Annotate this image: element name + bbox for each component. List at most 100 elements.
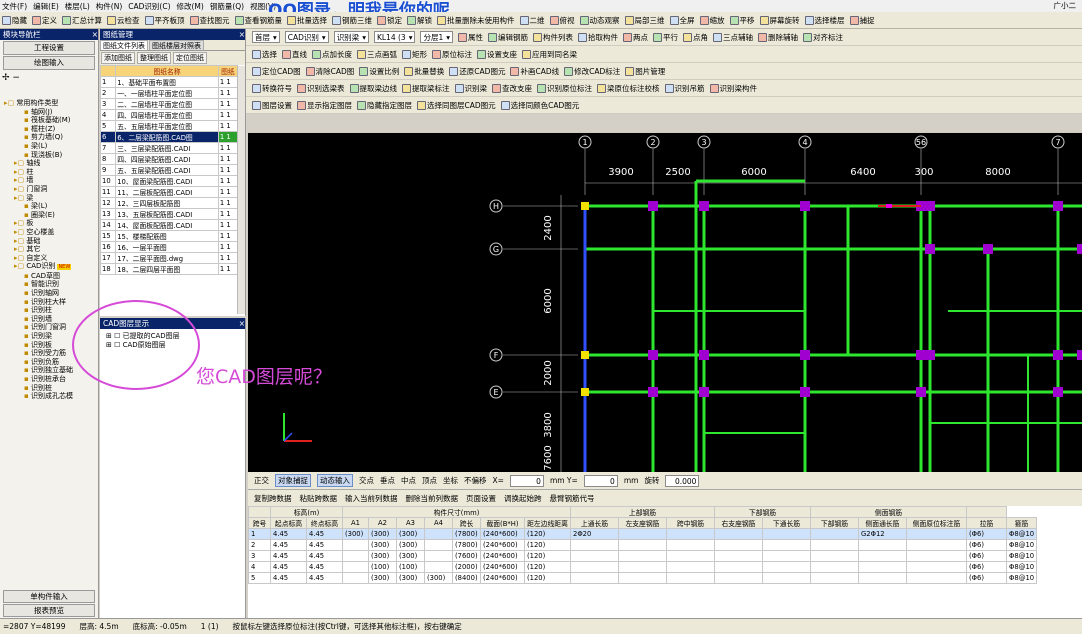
tree-item[interactable]: ▸▢ 轴线 (0, 159, 98, 168)
grid-cell[interactable] (714, 550, 763, 562)
table-row[interactable]: 3 4.45 4.45 (300) (300) (7600) (240*600) (120)(… (248, 550, 1038, 562)
grid-cell[interactable] (570, 572, 619, 584)
grid-cell[interactable]: (Φ6) (966, 539, 1007, 551)
grid-tool-6[interactable]: 悬臂钢筋代号 (550, 493, 595, 504)
row1-item-9[interactable]: 两点 (623, 32, 648, 43)
grid-cell[interactable]: (7800) (452, 528, 481, 540)
engineering-settings-button[interactable]: 工程设置 (3, 41, 95, 55)
table-row[interactable]: 11 11、二层板配筋图.CADI 1 1 (99, 186, 239, 198)
locate-drawing-button[interactable]: 定位图纸 (173, 52, 207, 64)
snap-y-value[interactable]: 0 (583, 474, 618, 487)
row1-item-12[interactable]: 三点辅轴 (713, 32, 753, 43)
grid-cell[interactable] (424, 550, 453, 562)
grid-cell[interactable] (858, 550, 907, 562)
grid-cell[interactable]: (120) (524, 539, 571, 551)
grid-cell[interactable] (810, 561, 859, 573)
organize-drawing-button[interactable]: 整理图纸 (137, 52, 171, 64)
column-header[interactable]: 拉筋 (966, 517, 1007, 529)
grid-cell[interactable]: 4.45 (270, 561, 307, 573)
grid-tool-5[interactable]: 调换起始跨 (504, 493, 542, 504)
table-row[interactable]: 14 14、屋面板配筋图.CADI 1 1 (99, 219, 239, 231)
column-marker[interactable] (699, 387, 709, 397)
grid-cell[interactable] (666, 550, 715, 562)
column-marker[interactable] (699, 350, 709, 360)
column-marker[interactable] (699, 201, 709, 211)
grid-cell[interactable]: 3 (248, 550, 271, 562)
row3-item-4[interactable]: 还原CAD图元 (449, 66, 505, 77)
column-marker[interactable] (1077, 244, 1082, 254)
tree-item[interactable]: ▸▢ 其它 (0, 245, 98, 254)
table-row[interactable]: 17 17、二层平面图.dwg 1 1 (99, 252, 239, 264)
column-header[interactable]: 侧面通长筋 (858, 517, 907, 529)
row3-item-1[interactable]: 清除CAD图 (305, 66, 354, 77)
column-marker[interactable] (800, 350, 810, 360)
grid-cell[interactable]: (300) (396, 528, 425, 540)
tree-item[interactable]: ▸▢ 常用构件类型 (0, 99, 98, 108)
grid-cell[interactable]: (120) (524, 561, 571, 573)
grid-cell[interactable]: (240*600) (480, 572, 525, 584)
table-row[interactable]: 1 1、基础平面布置图 1 1 (99, 76, 239, 88)
grid-cell[interactable]: (300) (342, 528, 369, 540)
row1-item-14[interactable]: 对齐标注 (803, 32, 843, 43)
grid-cell[interactable]: (240*600) (480, 528, 525, 540)
row4-item-4[interactable]: 识别梁 (454, 83, 487, 94)
minus-icon[interactable]: − (12, 73, 20, 83)
grid-tool-2[interactable]: 输入当前列数据 (345, 493, 398, 504)
snap-item-1[interactable]: 对象捕捉 (275, 474, 311, 487)
grid-cell[interactable]: (240*600) (480, 550, 525, 562)
column-header[interactable]: 跨长 (452, 517, 481, 529)
tree-item[interactable]: ▪ 识别轴网 (0, 289, 98, 298)
snap-item-2[interactable]: 动态输入 (317, 474, 353, 487)
row1-item-11[interactable]: 点角 (683, 32, 708, 43)
grid-cell[interactable] (714, 561, 763, 573)
grid-cell[interactable]: (240*600) (480, 539, 525, 551)
row1-item-13[interactable]: 删除辅轴 (758, 32, 798, 43)
row2-item-1[interactable]: 直线 (282, 49, 307, 60)
tree-item[interactable]: ▸▢ 墙 (0, 176, 98, 185)
column-header[interactable]: A4 (424, 517, 453, 529)
grid-cell[interactable] (570, 550, 619, 562)
column-header[interactable]: 箍筋 (1005, 517, 1038, 529)
grid-cell[interactable] (906, 550, 967, 562)
row4-item-8[interactable]: 识别吊筋 (664, 83, 705, 94)
grid-cell[interactable]: 4.45 (270, 572, 307, 584)
tree-item[interactable]: ▪ 识别桩 (0, 384, 98, 393)
table-row[interactable]: 9 五、五层梁配筋图.CADI 1 1 (99, 164, 239, 176)
row4-item-0[interactable]: 转换符号 (252, 83, 292, 94)
toolbar-button-13[interactable]: 俯视 (549, 15, 575, 26)
grid-cell[interactable]: (300) (396, 550, 425, 562)
grid-cell[interactable]: 5 (248, 572, 271, 584)
grid-cell[interactable]: (300) (396, 572, 425, 584)
column-header[interactable]: 上通长筋 (570, 517, 619, 529)
row5-item-4[interactable]: 选择同颜色CAD图元 (500, 100, 579, 111)
tab-drawing-files[interactable]: 图纸文件列表 (100, 40, 148, 50)
table-row[interactable]: 2 4.45 4.45 (300) (300) (7800) (240*600) (120)(… (248, 539, 1038, 551)
row2-item-3[interactable]: 三点画弧 (357, 49, 397, 60)
column-header[interactable]: 右支座钢筋 (714, 517, 763, 529)
add-drawing-button[interactable]: 添加图纸 (101, 52, 135, 64)
column-header[interactable]: 下通长筋 (762, 517, 811, 529)
grid-cell[interactable] (424, 528, 453, 540)
tree-item[interactable]: ▸▢ 柱 (0, 168, 98, 177)
grid-cell[interactable] (618, 572, 667, 584)
menu-item-5[interactable]: 修改(M) (177, 1, 204, 12)
column-header[interactable]: 左支座钢筋 (618, 517, 667, 529)
table-row[interactable]: 12 12、三四层板配筋图 1 1 (99, 197, 239, 209)
menu-item-2[interactable]: 楼层(L) (65, 1, 90, 12)
grid-tool-4[interactable]: 页面设置 (466, 493, 496, 504)
column-header[interactable]: 下部钢筋 (810, 517, 859, 529)
row3-item-7[interactable]: 图片管理 (625, 66, 665, 77)
grid-cell[interactable]: G2Φ12 (858, 528, 907, 540)
column-marker[interactable] (916, 350, 926, 360)
grid-cell[interactable] (570, 539, 619, 551)
support-marker[interactable] (581, 388, 589, 396)
table-row[interactable]: 13 13、五层板配筋图.CADI 1 1 (99, 208, 239, 220)
grid-tool-3[interactable]: 删除当前列数据 (406, 493, 459, 504)
row4-item-3[interactable]: 提取梁标注 (402, 83, 450, 94)
tree-item[interactable]: ▸▢ 空心楼盖 (0, 228, 98, 237)
grid-cell[interactable] (570, 561, 619, 573)
grid-cell[interactable] (666, 561, 715, 573)
tree-item[interactable]: ▪ CAD草图 (0, 272, 98, 281)
column-header[interactable]: 起点标高 (270, 517, 307, 529)
grid-cell[interactable] (762, 550, 811, 562)
